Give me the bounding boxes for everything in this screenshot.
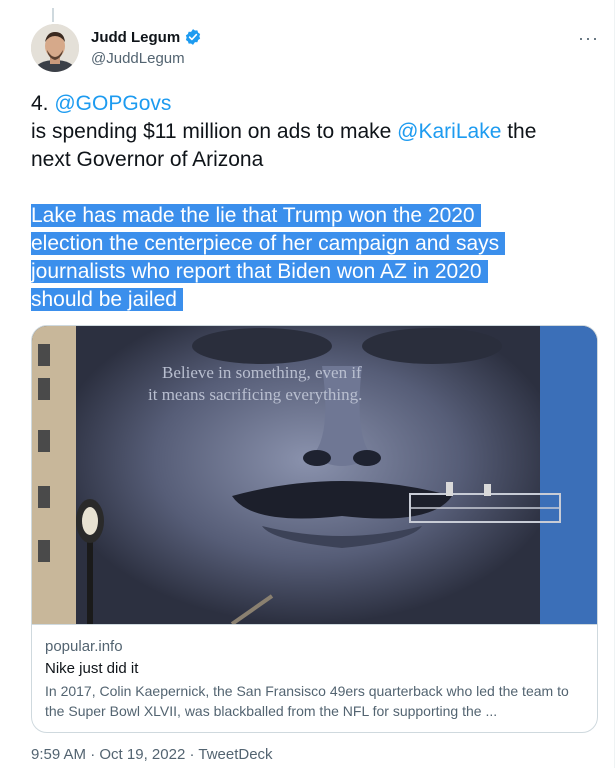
card-image[interactable]: Believe in something, even if it means s… [32,326,597,624]
link-preview-card[interactable]: Believe in something, even if it means s… [31,325,598,733]
selected-text: election the centerpiece of her campaign… [31,232,506,255]
tweet-text-segment: is spending $11 million on ads to make [31,120,398,143]
tweet-time-link[interactable]: 9:59 AM [31,746,86,763]
selected-text: journalists who report that Biden won AZ… [31,260,488,283]
card-meta[interactable]: popular.info Nike just did it In 2017, C… [32,624,597,732]
mural-photo: Believe in something, even if it means s… [32,326,597,624]
tweet-text-segment: the [501,120,537,143]
separator: · [86,746,100,763]
display-name[interactable]: Judd Legum [91,29,180,46]
mention-link-gopgovs[interactable]: @GOPGovs [54,92,171,115]
selected-line: Lake has made the lie that Trump won the… [31,202,571,230]
selected-line: should be jailed [31,286,571,314]
card-description: In 2017, Colin Kaepernick, the San Frans… [45,683,569,719]
tweet-date-link[interactable]: Oct 19, 2022 [99,746,185,763]
selected-text: Lake has made the lie that Trump won the… [31,204,481,227]
display-name-row: Judd Legum [91,28,202,46]
selected-text: should be jailed [31,288,183,311]
tweet-line-1: 4. @GOPGovs [31,90,591,118]
separator: · [185,746,199,763]
tweet-line-2: is spending $11 million on ads to make @… [31,118,591,146]
author-handle[interactable]: @JuddLegum [91,50,202,67]
tweet-line-3: next Governor of Arizona [31,148,264,171]
selected-text-block: Lake has made the lie that Trump won the… [31,202,571,314]
tweet-header: Judd Legum @JuddLegum ··· [31,24,599,78]
author-names: Judd Legum @JuddLegum [91,28,202,67]
mural-caption-line-2: it means sacrificing everything. [148,385,362,404]
verified-badge-icon [186,29,201,45]
selected-line: journalists who report that Biden won AZ… [31,258,571,286]
mural-caption-line-1: Believe in something, even if [162,363,362,382]
card-title: Nike just did it [45,660,139,677]
avatar-image [31,24,79,72]
tweet-source-link[interactable]: TweetDeck [198,746,272,763]
more-options-icon[interactable]: ··· [578,28,599,49]
card-domain: popular.info [45,638,123,655]
thread-connector-line [52,8,54,22]
avatar[interactable] [31,24,79,72]
list-number: 4. [31,92,55,115]
selected-line: election the centerpiece of her campaign… [31,230,571,258]
tweet-timestamp: 9:59 AM · Oct 19, 2022 · TweetDeck [31,746,273,763]
mention-link-karilake[interactable]: @KariLake [397,120,501,143]
tweet-body: 4. @GOPGovs is spending $11 million on a… [31,90,591,174]
